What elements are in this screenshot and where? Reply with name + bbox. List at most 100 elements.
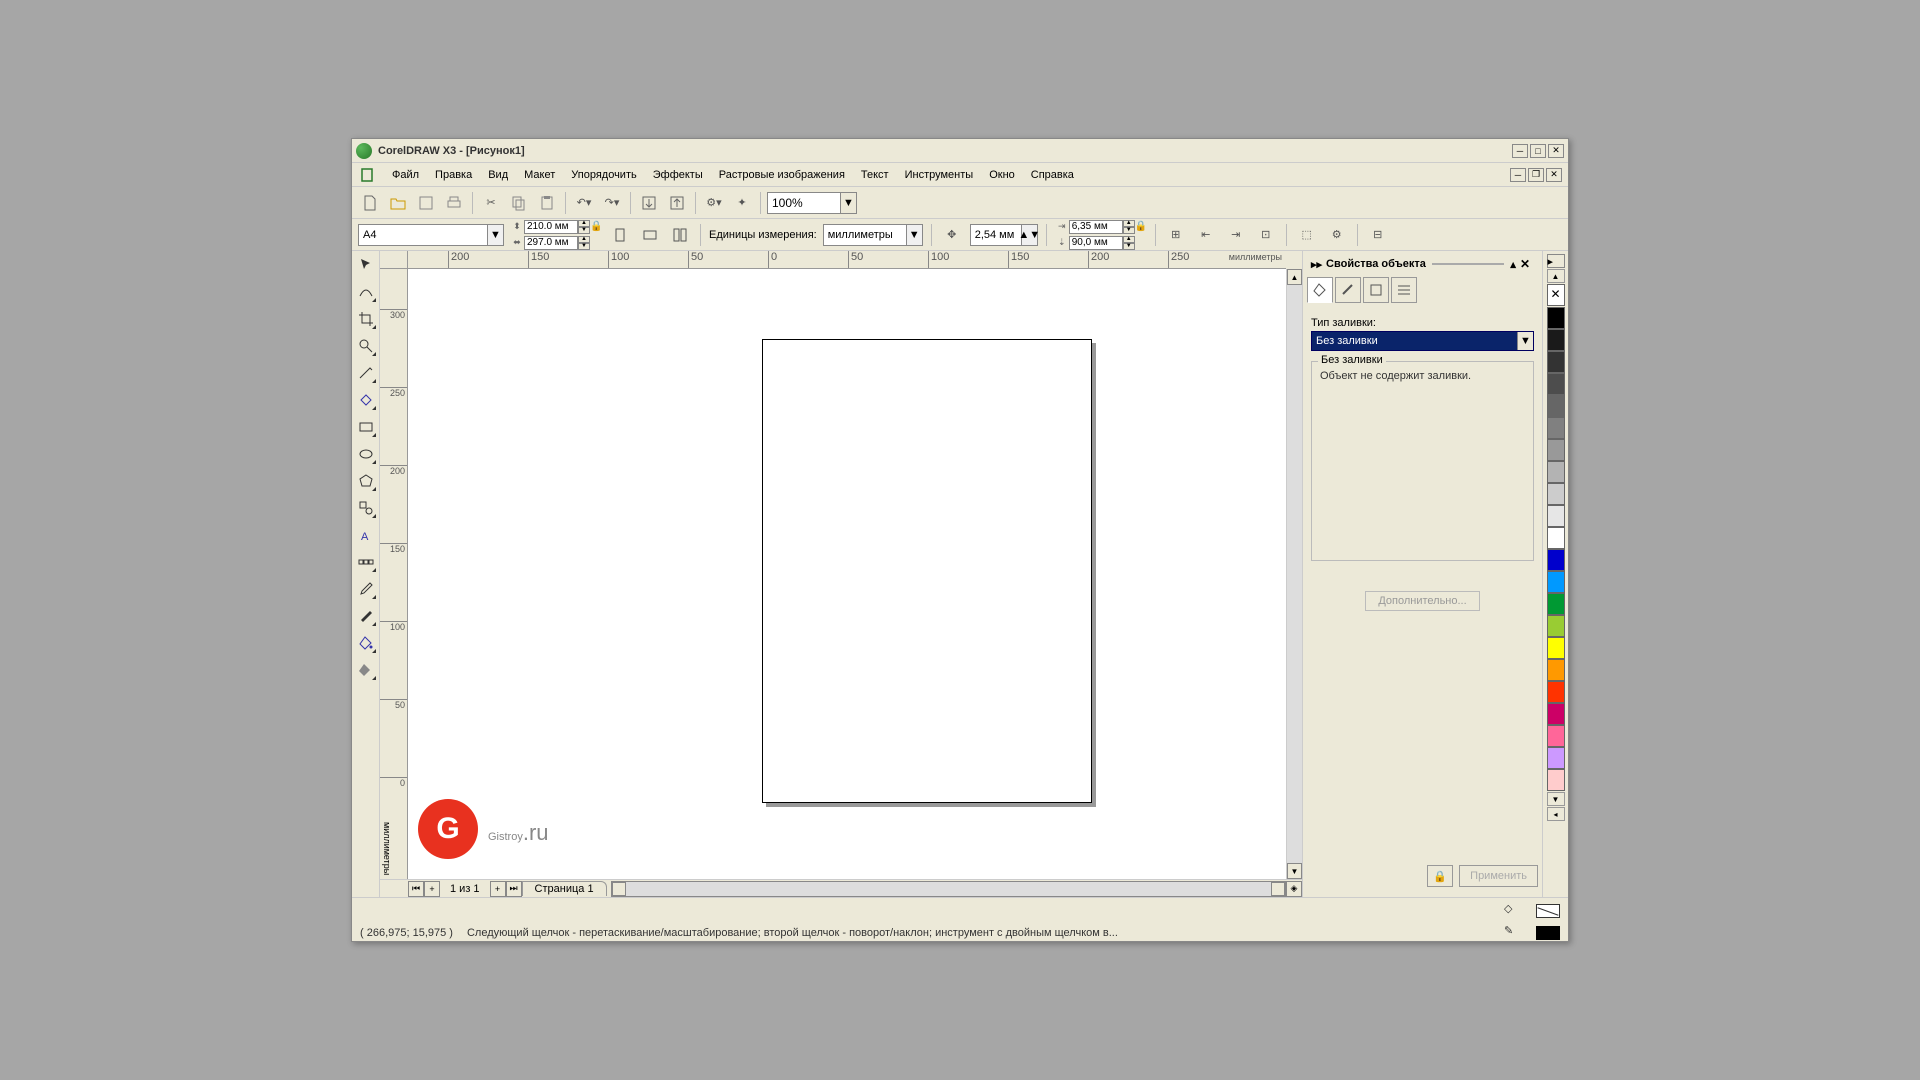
nudge-offset[interactable]: ▲▼ bbox=[970, 224, 1038, 246]
units-input[interactable] bbox=[823, 224, 907, 246]
fill-tool-icon[interactable] bbox=[354, 631, 378, 655]
landscape-icon[interactable] bbox=[638, 223, 662, 247]
horizontal-scrollbar[interactable] bbox=[611, 881, 1286, 897]
outline-tool-icon[interactable] bbox=[354, 604, 378, 628]
fill-type-combo[interactable]: ▼ bbox=[1311, 331, 1534, 351]
docker-expand-icon[interactable]: ▸▸ bbox=[1311, 258, 1322, 271]
menu-arrange[interactable]: Упорядочить bbox=[563, 166, 644, 184]
apply-button[interactable]: Применить bbox=[1459, 865, 1538, 887]
lock-icon[interactable]: 🔒 bbox=[1427, 865, 1453, 887]
color-swatch[interactable] bbox=[1547, 747, 1565, 769]
shape-tool-icon[interactable] bbox=[354, 280, 378, 304]
menu-file[interactable]: Файл bbox=[384, 166, 427, 184]
add-page-before-icon[interactable]: + bbox=[424, 881, 440, 897]
menu-text[interactable]: Текст bbox=[853, 166, 897, 184]
dup-x-input[interactable] bbox=[1069, 220, 1123, 234]
color-swatch[interactable] bbox=[1547, 483, 1565, 505]
menu-tools[interactable]: Инструменты bbox=[897, 166, 982, 184]
color-swatch[interactable] bbox=[1547, 593, 1565, 615]
general-tab-icon[interactable] bbox=[1363, 277, 1389, 303]
color-swatch[interactable] bbox=[1547, 395, 1565, 417]
snap-toggle-icon[interactable]: ⊟ bbox=[1366, 223, 1390, 247]
dynamic-guides-icon[interactable]: ⊡ bbox=[1254, 223, 1278, 247]
scroll-up-icon[interactable]: ▲ bbox=[1287, 269, 1302, 285]
print-icon[interactable] bbox=[442, 191, 466, 215]
spin-down-icon[interactable]: ▼ bbox=[578, 243, 590, 250]
welcome-icon[interactable]: ✦ bbox=[730, 191, 754, 215]
docker-close-icon[interactable]: ✕ bbox=[1516, 257, 1534, 271]
last-page-icon[interactable]: ⏭ bbox=[506, 881, 522, 897]
menu-help[interactable]: Справка bbox=[1023, 166, 1082, 184]
copy-icon[interactable] bbox=[507, 191, 531, 215]
palette-scroll-up-icon[interactable]: ▲ bbox=[1547, 269, 1565, 283]
spin-down-icon[interactable]: ▼ bbox=[578, 227, 590, 234]
text-tool-icon[interactable]: A bbox=[354, 523, 378, 547]
treat-as-filled-icon[interactable]: ⬚ bbox=[1295, 223, 1319, 247]
palette-scroll-down-icon[interactable]: ▼ bbox=[1547, 792, 1565, 806]
scroll-down-icon[interactable]: ▼ bbox=[1287, 863, 1302, 879]
add-page-after-icon[interactable]: + bbox=[490, 881, 506, 897]
close-button[interactable]: ✕ bbox=[1548, 144, 1564, 158]
menu-layout[interactable]: Макет bbox=[516, 166, 563, 184]
color-swatch[interactable] bbox=[1547, 703, 1565, 725]
color-swatch[interactable] bbox=[1547, 769, 1565, 791]
dropdown-icon[interactable]: ▼ bbox=[1517, 332, 1533, 350]
options-icon[interactable]: ⚙ bbox=[1325, 223, 1349, 247]
detail-tab-icon[interactable] bbox=[1391, 277, 1417, 303]
color-swatch[interactable] bbox=[1547, 461, 1565, 483]
interactive-fill-tool-icon[interactable] bbox=[354, 658, 378, 682]
color-swatch[interactable] bbox=[1547, 725, 1565, 747]
snap-object-icon[interactable]: ⇥ bbox=[1224, 223, 1248, 247]
first-page-icon[interactable]: ⏮ bbox=[408, 881, 424, 897]
color-swatch[interactable] bbox=[1547, 351, 1565, 373]
page-tab[interactable]: Страница 1 bbox=[522, 881, 607, 896]
dropdown-icon[interactable]: ▼ bbox=[488, 224, 504, 246]
portrait-icon[interactable] bbox=[608, 223, 632, 247]
spin-up-icon[interactable]: ▲ bbox=[578, 236, 590, 243]
color-swatch[interactable] bbox=[1547, 439, 1565, 461]
fill-none-swatch[interactable] bbox=[1536, 904, 1560, 918]
basic-shapes-tool-icon[interactable] bbox=[354, 496, 378, 520]
outline-black-swatch[interactable] bbox=[1536, 926, 1560, 940]
menu-view[interactable]: Вид bbox=[480, 166, 516, 184]
ruler-origin[interactable] bbox=[380, 251, 408, 269]
mdi-restore-button[interactable]: ❐ bbox=[1528, 168, 1544, 182]
crop-tool-icon[interactable] bbox=[354, 307, 378, 331]
snap-guide-icon[interactable]: ⇤ bbox=[1194, 223, 1218, 247]
import-icon[interactable] bbox=[637, 191, 661, 215]
color-swatch[interactable] bbox=[1547, 659, 1565, 681]
rectangle-tool-icon[interactable] bbox=[354, 415, 378, 439]
cut-icon[interactable]: ✂ bbox=[479, 191, 503, 215]
spin-icon[interactable]: ▲▼ bbox=[1022, 224, 1038, 246]
new-icon[interactable] bbox=[358, 191, 382, 215]
lock-icon[interactable]: 🔒 bbox=[590, 221, 602, 232]
horizontal-ruler[interactable]: 200 150 100 50 0 50 100 150 200 250 милл… bbox=[408, 251, 1286, 269]
nudge-input[interactable] bbox=[970, 224, 1022, 246]
color-swatch[interactable] bbox=[1547, 681, 1565, 703]
palette-menu-icon[interactable]: ▸ bbox=[1547, 254, 1565, 268]
save-icon[interactable] bbox=[414, 191, 438, 215]
color-swatch[interactable] bbox=[1547, 329, 1565, 351]
app-launcher-icon[interactable]: ⚙▾ bbox=[702, 191, 726, 215]
no-fill-swatch[interactable] bbox=[1547, 284, 1565, 306]
zoom-input[interactable] bbox=[767, 192, 841, 214]
spin-up-icon[interactable]: ▲ bbox=[578, 220, 590, 227]
fill-tab-icon[interactable] bbox=[1307, 277, 1333, 303]
color-swatch[interactable] bbox=[1547, 373, 1565, 395]
fill-type-input[interactable] bbox=[1312, 332, 1517, 350]
menu-edit[interactable]: Правка bbox=[427, 166, 480, 184]
redo-icon[interactable]: ↷▾ bbox=[600, 191, 624, 215]
drawing-canvas[interactable]: G Gistroy.ru bbox=[408, 269, 1286, 879]
lock-icon[interactable]: 🔒 bbox=[1135, 221, 1147, 232]
menu-effects[interactable]: Эффекты bbox=[645, 166, 711, 184]
smart-fill-tool-icon[interactable] bbox=[354, 388, 378, 412]
vertical-ruler[interactable]: 300 250 200 150 100 50 0 миллиметры bbox=[380, 269, 408, 879]
units-combo[interactable]: ▼ bbox=[823, 224, 923, 246]
mdi-minimize-button[interactable]: ─ bbox=[1510, 168, 1526, 182]
freehand-tool-icon[interactable] bbox=[354, 361, 378, 385]
paper-size-combo[interactable]: ▼ bbox=[358, 224, 504, 246]
interactive-blend-tool-icon[interactable] bbox=[354, 550, 378, 574]
undo-icon[interactable]: ↶▾ bbox=[572, 191, 596, 215]
color-swatch[interactable] bbox=[1547, 637, 1565, 659]
export-icon[interactable] bbox=[665, 191, 689, 215]
